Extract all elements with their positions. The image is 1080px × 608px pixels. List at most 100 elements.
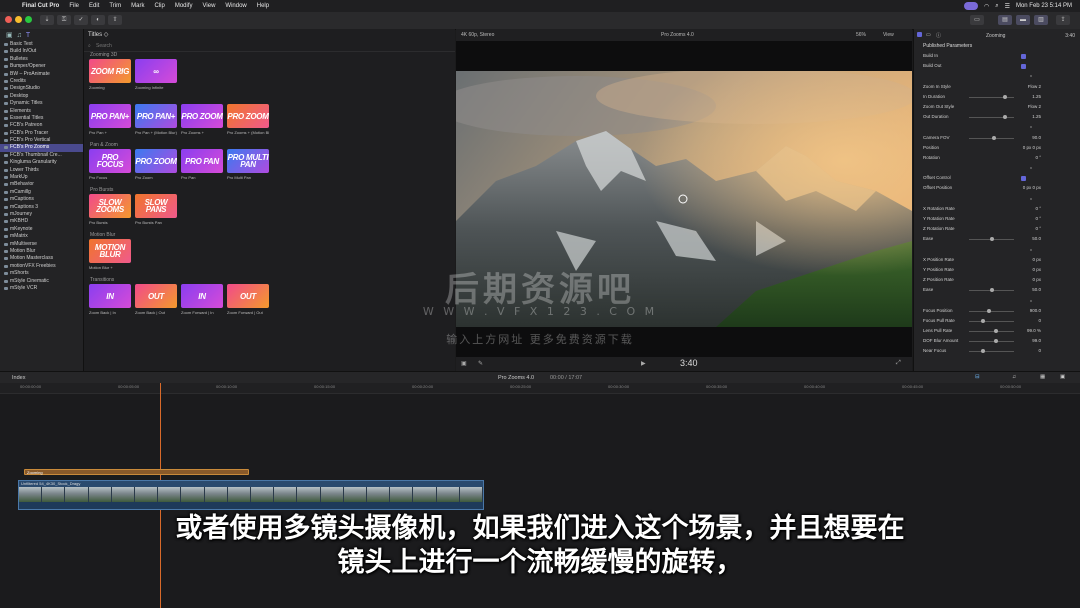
slider-knob[interactable] [994,329,998,334]
inspector-toggle-icon[interactable]: ▥ [1034,15,1048,25]
menu-file[interactable]: File [69,3,79,9]
parameter-value[interactable]: 90.0 [1032,133,1041,143]
parameter-value[interactable]: 0 px [1032,275,1041,285]
share-icon[interactable]: ⇧ [108,15,122,25]
sidebar-item[interactable]: Basic Text [0,41,83,48]
menu-view[interactable]: View [203,3,216,9]
parameter-value[interactable]: 0 px 0 px [1023,183,1041,193]
video-inspector-icon[interactable]: ▭ [926,32,931,38]
parameter-value[interactable]: 0 [1038,346,1041,356]
sidebar-item[interactable]: Dynamic Titles [0,100,83,107]
parameter-value[interactable]: 0 px 0 px [1023,143,1041,153]
sidebar-item[interactable]: mStyle Cinematic [0,278,83,285]
sidebar-item[interactable]: Motion Blur [0,248,83,255]
libraries-icon[interactable]: ▣ [6,31,13,39]
title-tile[interactable]: ZOOM RIG Zooming [89,59,131,97]
section-header[interactable]: Motion Blur [84,232,455,239]
title-tile[interactable]: PRO ZOOM Pro Zoom [135,149,177,187]
parameter-value[interactable]: 50.0 [1032,285,1041,295]
menu-clip[interactable]: Clip [154,3,164,9]
sidebar-item[interactable]: mKBHD [0,218,83,225]
sidebar-item[interactable]: Bulletes [0,56,83,63]
parameter-value[interactable]: 1.25 [1032,112,1041,122]
zoom-level[interactable]: 56% [856,32,866,38]
browser-toggle-icon[interactable]: ▤ [998,15,1012,25]
section-header[interactable] [84,97,455,104]
parameter-value[interactable]: 0 px [1032,255,1041,265]
parameter-value[interactable]: 99.0 [1032,336,1041,346]
minimize-window-button[interactable] [15,16,22,23]
app-menu[interactable]: Final Cut Pro [22,3,59,9]
slider-knob[interactable] [980,349,985,354]
sidebar-item[interactable]: FCB's Pro Tracer [0,130,83,137]
menu-window[interactable]: Window [225,3,246,9]
slider-knob[interactable] [989,237,994,242]
title-clip[interactable]: Zooming [24,469,249,475]
title-inspector-icon[interactable] [917,32,922,37]
control-center-icon[interactable]: ☰ [1005,3,1010,10]
menu-trim[interactable]: Trim [109,3,121,9]
title-tile[interactable]: OUT Zoom Forward | Out [227,284,269,322]
slider-knob[interactable] [1003,94,1007,99]
sidebar-item[interactable]: FCB's Pro Vertical [0,137,83,144]
section-header[interactable]: Pro Bursts [84,187,455,194]
parameter-slider[interactable] [969,351,1014,353]
sidebar-item[interactable]: DesignStudio [0,85,83,92]
siri-icon[interactable] [963,2,978,10]
audio-icon[interactable]: ♫ [1012,374,1016,380]
title-tile[interactable]: PRO PAN+ Pro Pan + [89,104,131,142]
parameter-value[interactable]: 0 ° [1035,214,1041,224]
parameter-value[interactable]: 900.0 [1030,306,1041,316]
title-tile[interactable]: PRO ZOOM Pro Zooms + [181,104,223,142]
photos-icon[interactable]: ♫ [17,32,22,39]
slider-knob[interactable] [1003,115,1007,120]
zoom-window-button[interactable] [25,16,32,23]
view-menu[interactable]: View [883,32,894,38]
search-icon[interactable]: ⌕ [995,3,998,10]
title-tile[interactable]: PRO ZOOM Pro Zooms + (Motion Blur) [227,104,269,142]
skimming-icon[interactable]: ⊟ [975,374,980,380]
title-tile[interactable]: PRO PAN Pro Pan [181,149,223,187]
parameter-value[interactable]: 0 ° [1035,224,1041,234]
play-button[interactable]: ▶ [641,360,646,367]
transform-icon[interactable]: ▣ [461,360,467,367]
parameter-value[interactable]: 0 ° [1035,153,1041,163]
wifi-icon[interactable]: ◠ [984,3,989,10]
sidebar-item[interactable]: mShorts [0,270,83,277]
sidebar-item[interactable]: mCamillg [0,189,83,196]
title-tile[interactable]: IN Zoom Back | In [89,284,131,322]
parameter-value[interactable]: 0 px [1032,265,1041,275]
title-tile[interactable]: PRO PAN+ Pro Pan + (Motion Blur) [135,104,177,142]
parameter-checkbox[interactable] [1021,54,1026,59]
sidebar-item[interactable]: MarkUp [0,174,83,181]
menu-mark[interactable]: Mark [131,3,144,9]
slider-knob[interactable] [991,135,996,140]
parameter-slider[interactable] [969,331,1014,333]
parameter-value[interactable]: Flow 2 [1028,82,1041,92]
sidebar-item[interactable]: Lower Thirds [0,167,83,174]
sidebar-item[interactable]: Essential Titles [0,115,83,122]
sidebar-item[interactable]: mCaptions 3 [0,204,83,211]
parameter-slider[interactable] [969,96,1014,98]
import-icon[interactable]: ⇣ [40,15,54,25]
clip-appearance-icon[interactable]: ▦ [1040,374,1045,380]
parameter-slider[interactable] [969,320,1014,322]
sidebar-item[interactable]: mMultiverse [0,241,83,248]
sidebar-item[interactable]: mMatrix [0,233,83,240]
sidebar-item[interactable]: FCB's Pro Zooms [0,144,83,152]
title-tile[interactable]: OUT Zoom Back | Out [135,284,177,322]
sidebar-item[interactable]: mBehavior [0,181,83,188]
parameter-checkbox[interactable] [1021,64,1026,70]
close-window-button[interactable] [5,16,12,23]
section-header[interactable]: Zooming 3D [84,52,455,59]
title-tile[interactable]: ∞ Zooming Infinite [135,59,177,97]
sidebar-item[interactable]: FCB's Thumbnail Cre... [0,152,83,159]
title-tile[interactable]: PRO MULTI PAN Pro Multi Pan [227,149,269,187]
sidebar-item[interactable]: mCaptions [0,196,83,203]
sidebar-item[interactable]: BW – ProAnimate [0,71,83,78]
parameter-value[interactable]: 0 ° [1035,204,1041,214]
sidebar-item[interactable]: Credits [0,78,83,85]
sidebar-item[interactable]: Elements [0,108,83,115]
slider-knob[interactable] [989,288,994,293]
menu-modify[interactable]: Modify [175,3,193,9]
